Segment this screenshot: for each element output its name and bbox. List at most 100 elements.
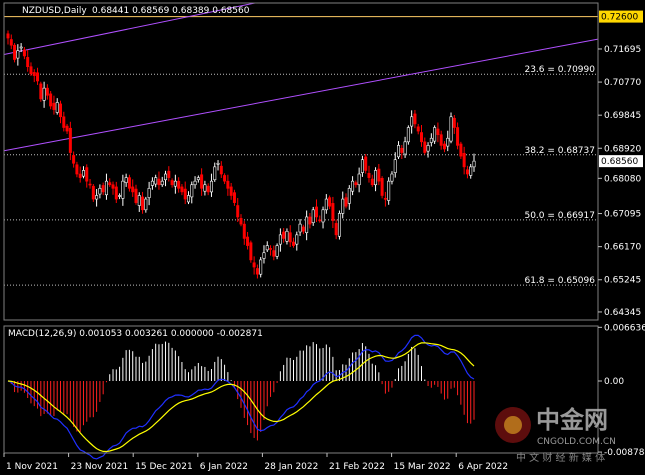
- candle-body: [180, 186, 184, 193]
- candle-body: [9, 39, 13, 46]
- candle-body: [229, 186, 233, 196]
- candle-body: [72, 155, 76, 164]
- candle-body: [383, 198, 387, 200]
- candle-body: [288, 232, 292, 243]
- level-tag: 0.72600: [601, 13, 638, 23]
- macd-label: MACD(12,26,9) 0.001053 0.003261 0.000000…: [8, 329, 263, 339]
- candle-body: [200, 174, 204, 189]
- candle-body: [452, 117, 456, 128]
- candle-body: [45, 87, 49, 96]
- candle-body: [334, 223, 338, 236]
- price-tick-label: 0.65245: [604, 276, 641, 286]
- candle-body: [81, 170, 85, 177]
- candle-body: [134, 188, 138, 203]
- candle-body: [337, 213, 341, 237]
- macd-tick-label: -0.008784: [604, 448, 645, 458]
- price-tick-label: 0.64345: [604, 308, 641, 318]
- candle-body: [259, 259, 263, 275]
- candle-body: [203, 184, 207, 192]
- candle-body: [29, 66, 33, 75]
- trend-line-lower: [3, 38, 599, 152]
- candle-body: [278, 234, 282, 245]
- candle-body: [183, 188, 187, 200]
- candle-body: [147, 188, 151, 198]
- candle-body: [387, 180, 391, 201]
- candle-body: [403, 141, 407, 155]
- candle-body: [344, 197, 348, 207]
- symbol-label: NZDUSD,Daily: [22, 6, 87, 16]
- candle-body: [295, 234, 299, 245]
- candle-body: [226, 180, 230, 189]
- candle-body: [26, 57, 30, 67]
- ohlc-values: 0.68441 0.68569 0.68389 0.68560: [92, 6, 250, 16]
- candle-body: [141, 196, 145, 211]
- candle-body: [118, 195, 122, 197]
- candle-body: [377, 168, 381, 182]
- candle-body: [318, 219, 322, 222]
- watermark-slogan: 中 文 财 经 新 媒 体: [516, 451, 605, 464]
- candle-body: [65, 125, 69, 132]
- candle-body: [472, 160, 476, 168]
- candle-body: [275, 245, 279, 257]
- candle-body: [39, 83, 43, 100]
- candle-body: [262, 252, 266, 259]
- candle-body: [354, 182, 358, 186]
- candle-body: [390, 173, 394, 182]
- candle-body: [331, 203, 335, 221]
- candle-body: [285, 230, 289, 242]
- macd-panel: [7, 334, 475, 460]
- candle-body: [308, 216, 312, 225]
- candle-body: [98, 188, 102, 195]
- candle-body: [324, 198, 328, 211]
- candle-body: [13, 44, 17, 60]
- candle-body: [360, 159, 364, 173]
- candle-body: [42, 87, 46, 101]
- candle-body: [121, 180, 125, 199]
- candle-body: [341, 198, 345, 214]
- candle-body: [429, 137, 433, 143]
- candle-body: [236, 205, 240, 218]
- fib-label: 50.0 = 0.66917: [524, 211, 595, 221]
- candle-body: [85, 167, 89, 182]
- candle-body: [465, 169, 469, 175]
- candle-body: [462, 152, 466, 168]
- time-tick-label: 21 Feb 2022: [329, 462, 385, 472]
- fibonacci-levels: 23.6 = 0.70990 38.2 = 0.68737 50.0 = 0.669…: [4, 65, 598, 286]
- candle-body: [213, 166, 217, 181]
- candle-body: [22, 49, 26, 57]
- current-price-tag: 0.68560: [601, 157, 638, 167]
- candle-body: [150, 180, 154, 186]
- candle-body: [419, 132, 423, 143]
- macd-main-line: [7, 334, 475, 460]
- candle-body: [305, 216, 309, 233]
- candle-body: [439, 134, 443, 146]
- candle-body: [314, 206, 318, 218]
- candle-body: [68, 127, 72, 153]
- candle-body: [351, 180, 355, 192]
- candle-body: [111, 184, 115, 189]
- candle-body: [416, 126, 420, 132]
- candle-body: [433, 127, 437, 142]
- candle-body: [91, 185, 95, 200]
- candle-body: [104, 180, 108, 196]
- candle-body: [127, 177, 131, 189]
- candle-body: [75, 164, 79, 175]
- time-tick-label: 15 Mar 2022: [394, 462, 451, 472]
- candle-body: [52, 102, 56, 110]
- candle-body: [59, 103, 63, 118]
- candle-body: [252, 262, 256, 268]
- candle-body: [193, 180, 197, 186]
- watermark-logo-core-icon: [504, 416, 522, 434]
- candle-body: [108, 182, 112, 186]
- candle-body: [62, 116, 66, 128]
- candle-body: [131, 186, 135, 193]
- candle-body: [370, 178, 374, 186]
- candle-body: [55, 102, 59, 113]
- candle-body: [397, 145, 401, 158]
- fib-label: 61.8 = 0.65096: [524, 276, 595, 286]
- candle-body: [239, 218, 243, 225]
- candle-body: [173, 180, 177, 187]
- candle-body: [249, 242, 253, 261]
- candle-body: [380, 178, 384, 196]
- price-tick-label: 0.71695: [604, 45, 641, 55]
